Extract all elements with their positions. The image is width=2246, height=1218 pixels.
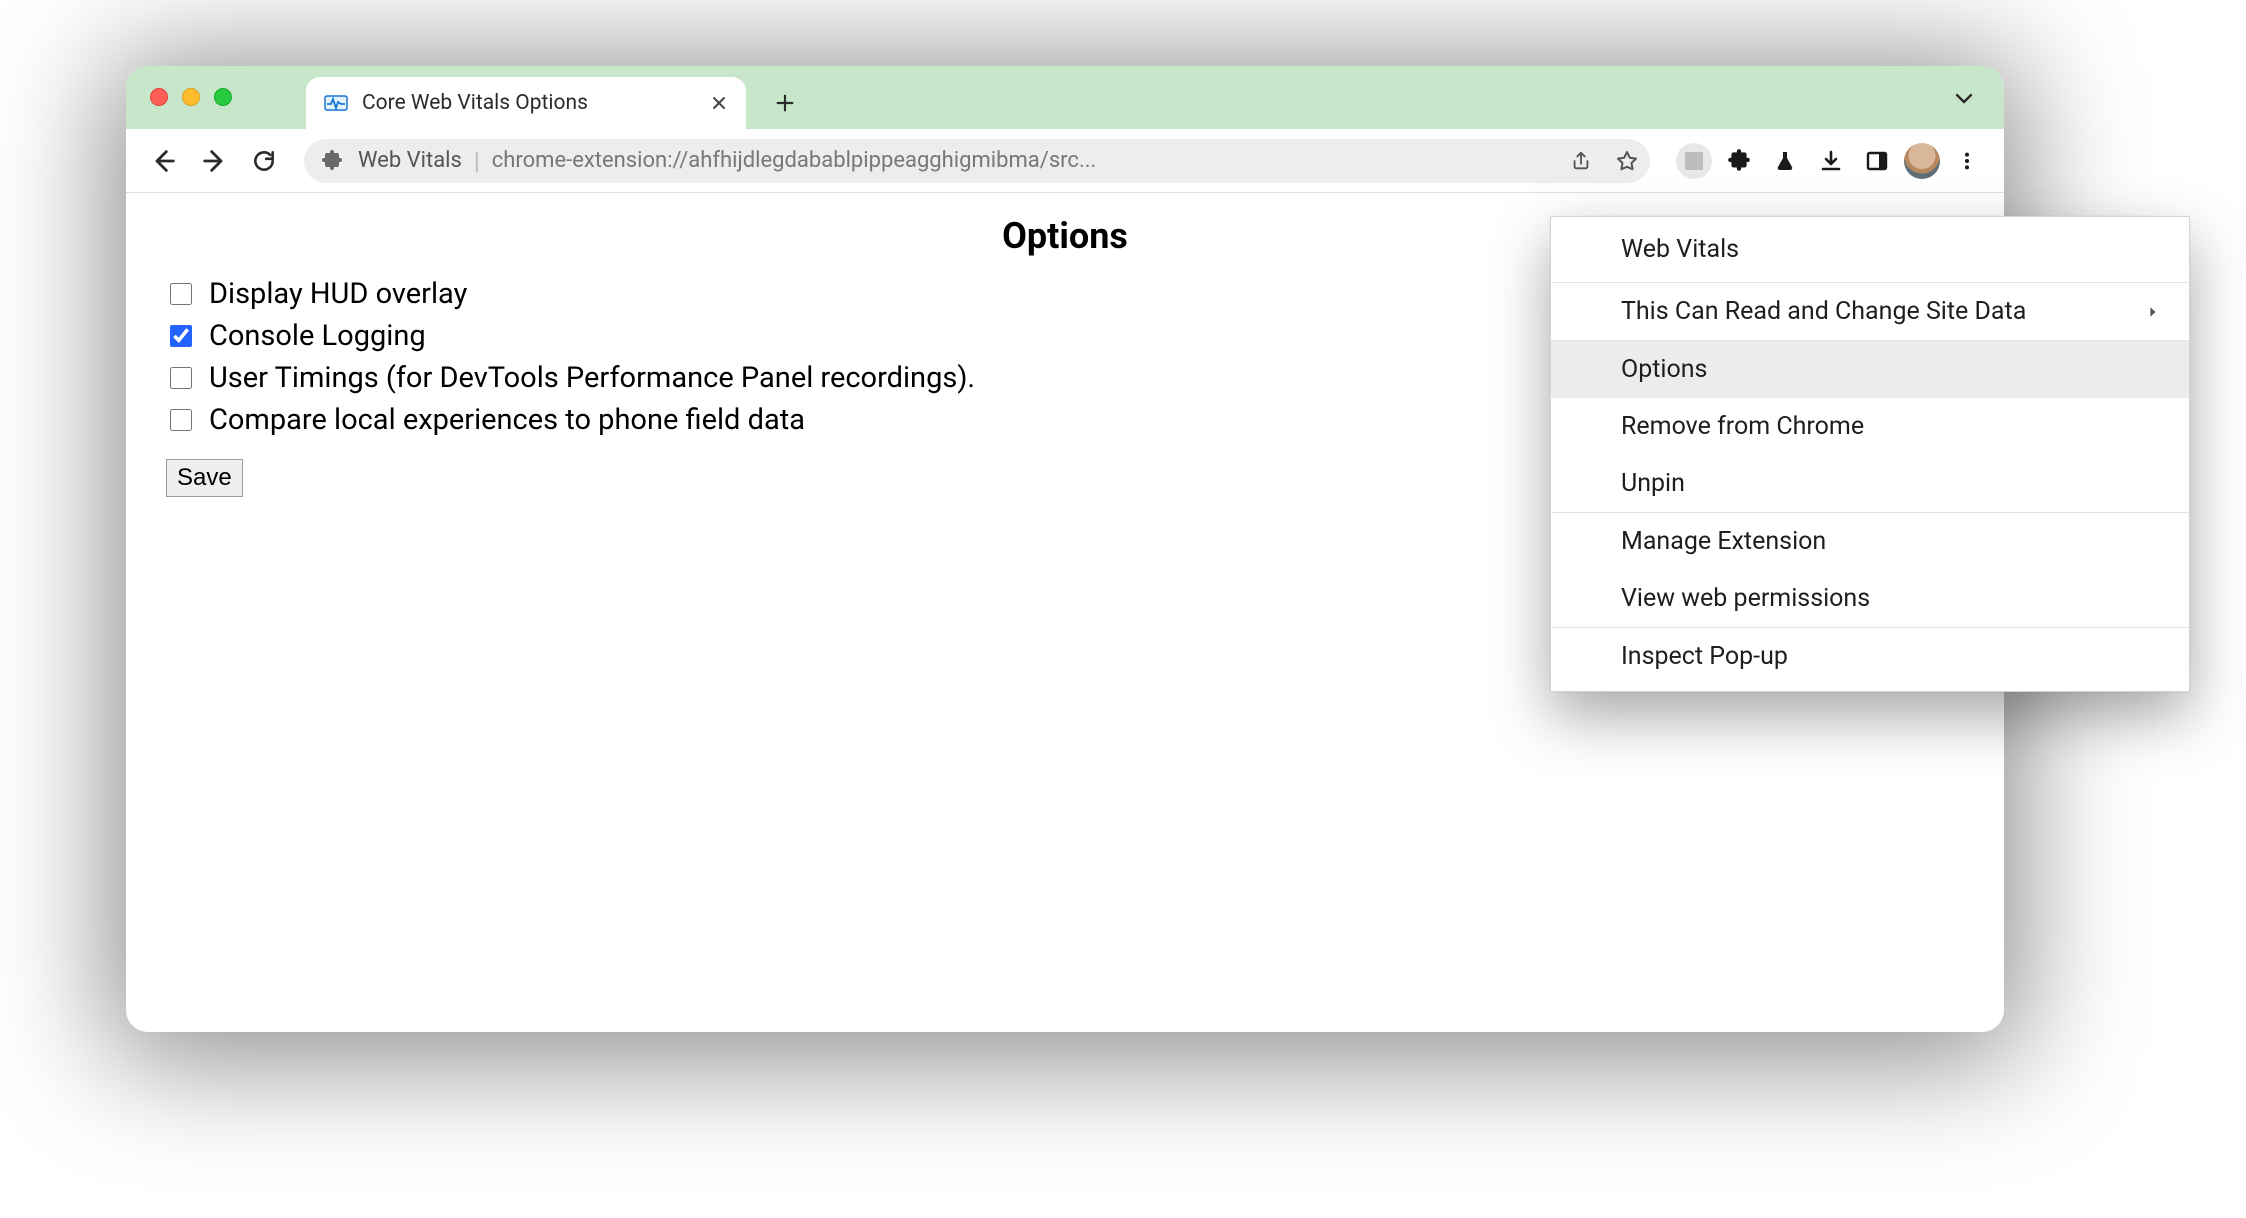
tab-overflow-button[interactable] xyxy=(1952,86,1976,110)
option-checkbox[interactable] xyxy=(170,367,192,389)
context-menu-item-label: Inspect Pop-up xyxy=(1621,642,1788,671)
option-checkbox[interactable] xyxy=(170,325,192,347)
option-checkbox[interactable] xyxy=(170,409,192,431)
side-panel-icon[interactable] xyxy=(1858,142,1896,180)
option-checkbox[interactable] xyxy=(170,283,192,305)
window-close-button[interactable] xyxy=(150,88,168,106)
tabs: Core Web Vitals Options xyxy=(306,66,806,129)
option-label: Console Logging xyxy=(209,319,426,353)
extension-context-menu: Web Vitals This Can Read and Change Site… xyxy=(1550,216,2190,692)
context-menu-item[interactable]: Options xyxy=(1551,341,2189,398)
bookmark-star-icon[interactable] xyxy=(1614,148,1640,174)
tab-title: Core Web Vitals Options xyxy=(362,91,688,115)
window-zoom-button[interactable] xyxy=(214,88,232,106)
option-label: Compare local experiences to phone field… xyxy=(209,403,805,437)
back-button[interactable] xyxy=(144,141,184,181)
context-menu-title: Web Vitals xyxy=(1551,217,2189,282)
window-minimize-button[interactable] xyxy=(182,88,200,106)
context-menu-item-label: Unpin xyxy=(1621,469,1685,498)
toolbar: Web Vitals | chrome-extension://ahfhijdl… xyxy=(126,129,2004,193)
downloads-icon[interactable] xyxy=(1812,142,1850,180)
close-tab-button[interactable] xyxy=(708,92,730,114)
option-label: User Timings (for DevTools Performance P… xyxy=(209,361,975,395)
context-menu-item[interactable]: View web permissions xyxy=(1551,570,2189,627)
share-icon[interactable] xyxy=(1568,148,1594,174)
reload-button[interactable] xyxy=(244,141,284,181)
tab-active[interactable]: Core Web Vitals Options xyxy=(306,77,746,129)
forward-button[interactable] xyxy=(194,141,234,181)
tab-strip: Core Web Vitals Options xyxy=(126,66,2004,129)
option-label: Display HUD overlay xyxy=(209,277,467,311)
window-controls xyxy=(150,88,232,106)
web-vitals-favicon xyxy=(324,91,348,115)
context-menu-item[interactable]: This Can Read and Change Site Data xyxy=(1551,283,2189,340)
new-tab-button[interactable] xyxy=(764,82,806,124)
context-menu-item-label: View web permissions xyxy=(1621,584,1870,613)
context-menu-title-label: Web Vitals xyxy=(1621,235,1739,264)
profile-avatar[interactable] xyxy=(1904,143,1940,179)
labs-icon[interactable] xyxy=(1766,142,1804,180)
omnibox-separator: | xyxy=(474,147,480,175)
context-menu-item-label: Manage Extension xyxy=(1621,527,1826,556)
extensions-button[interactable] xyxy=(1720,142,1758,180)
context-menu-item[interactable]: Inspect Pop-up xyxy=(1551,628,2189,685)
context-menu-item-label: This Can Read and Change Site Data xyxy=(1621,297,2026,326)
context-menu-item-label: Remove from Chrome xyxy=(1621,412,1864,441)
context-menu-item[interactable]: Remove from Chrome xyxy=(1551,398,2189,455)
context-menu-item[interactable]: Unpin xyxy=(1551,455,2189,512)
toolbar-right xyxy=(1676,142,1986,180)
url-text: chrome-extension://ahfhijdlegdabablpippe… xyxy=(492,148,1556,173)
site-name: Web Vitals xyxy=(358,148,462,173)
extension-puzzle-icon xyxy=(320,149,344,173)
submenu-arrow-icon xyxy=(2145,304,2161,320)
kebab-menu-icon[interactable] xyxy=(1948,142,1986,180)
address-bar[interactable]: Web Vitals | chrome-extension://ahfhijdl… xyxy=(304,139,1650,183)
active-extension-chip[interactable] xyxy=(1676,143,1712,179)
context-menu-item[interactable]: Manage Extension xyxy=(1551,513,2189,570)
save-button[interactable]: Save xyxy=(166,459,243,497)
context-menu-item-label: Options xyxy=(1621,355,1707,384)
